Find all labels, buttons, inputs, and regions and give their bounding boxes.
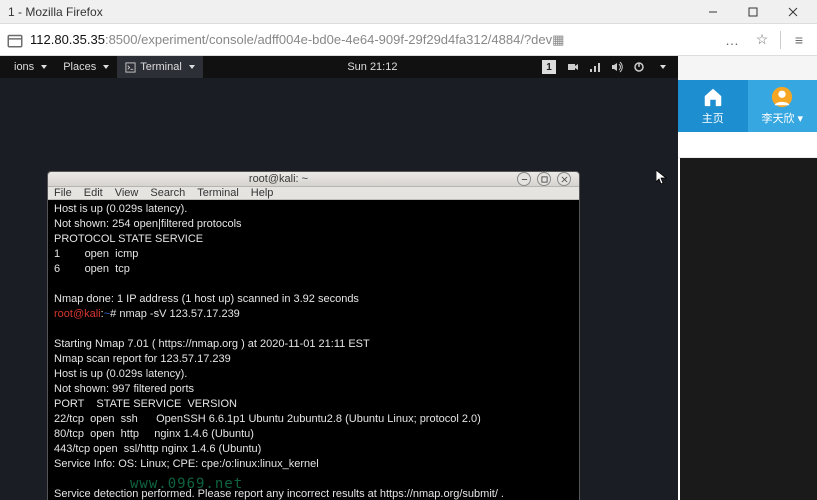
terminal-body[interactable]: Host is up (0.029s latency). Not shown: …: [48, 200, 579, 500]
system-menu-chevron-icon[interactable]: [650, 56, 672, 78]
nav-user-label: 李天欣 ▾: [761, 110, 803, 126]
gnome-topbar: ions Places Terminal Sun 21:12 1: [0, 56, 678, 78]
url-path: /experiment/console/adff004e-bd0e-4e64-9…: [138, 32, 553, 47]
remote-desktop: ions Places Terminal Sun 21:12 1 root@ka…: [0, 56, 678, 500]
nav-home[interactable]: 主页: [678, 80, 748, 132]
close-button[interactable]: [773, 0, 813, 23]
topbar-item-terminal[interactable]: Terminal: [117, 56, 203, 78]
terminal-close-button[interactable]: [557, 172, 571, 186]
terminal-window: root@kali: ~ File Edit View Search Termi…: [47, 171, 580, 500]
avatar-icon: [771, 86, 793, 108]
url-bar: 112.80.35.35:8500/experiment/console/adf…: [0, 24, 817, 56]
power-icon[interactable]: [628, 56, 650, 78]
topbar-clock[interactable]: Sun 21:12: [203, 61, 542, 73]
nav-home-label: 主页: [702, 110, 724, 126]
menu-terminal[interactable]: Terminal: [197, 187, 239, 199]
menu-file[interactable]: File: [54, 187, 72, 199]
side-nav: 主页 李天欣 ▾: [678, 80, 817, 132]
url-host: 112.80.35.35: [30, 32, 105, 47]
mouse-cursor: [656, 170, 668, 186]
workspace-indicator[interactable]: 1: [542, 60, 556, 74]
topbar-item-terminal-label: Terminal: [140, 61, 182, 73]
maximize-button[interactable]: [733, 0, 773, 23]
divider: [780, 31, 781, 49]
menu-view[interactable]: View: [115, 187, 139, 199]
terminal-maximize-button[interactable]: [537, 172, 551, 186]
menu-edit[interactable]: Edit: [84, 187, 103, 199]
network-icon[interactable]: [584, 56, 606, 78]
terminal-title: root@kali: ~: [48, 173, 509, 185]
terminal-minimize-button[interactable]: [517, 172, 531, 186]
volume-icon[interactable]: [606, 56, 628, 78]
terminal-menu-bar: File Edit View Search Terminal Help: [48, 187, 579, 200]
terminal-output-block-0: Host is up (0.029s latency). Not shown: …: [54, 203, 359, 305]
prompt-user: root@kali: [54, 308, 101, 320]
terminal-output-block-1: Starting Nmap 7.01 ( https://nmap.org ) …: [54, 338, 504, 500]
url-port: :8500: [105, 32, 138, 47]
window-title: 1 - Mozilla Firefox: [4, 5, 693, 19]
prompt-tail: #: [110, 308, 119, 320]
terminal-command-1: nmap -sV 123.57.17.239: [119, 308, 239, 320]
menu-button[interactable]: ≡: [787, 28, 811, 52]
url-input[interactable]: 112.80.35.35:8500/experiment/console/adf…: [30, 32, 714, 48]
topbar-tray: 1: [542, 56, 672, 78]
window-controls: [693, 0, 813, 23]
topbar-item-applications[interactable]: ions: [6, 56, 55, 78]
browser-title-bar: 1 - Mozilla Firefox: [0, 0, 817, 24]
reader-pane: [678, 132, 817, 500]
topbar-item-places[interactable]: Places: [55, 56, 117, 78]
menu-search[interactable]: Search: [150, 187, 185, 199]
connection-icon[interactable]: [6, 31, 24, 49]
bookmark-star-icon[interactable]: ☆: [750, 28, 774, 52]
url-overflow-icon: ▦: [552, 32, 564, 47]
minimize-button[interactable]: [693, 0, 733, 23]
terminal-window-controls: [509, 172, 579, 186]
terminal-title-bar[interactable]: root@kali: ~: [48, 172, 579, 187]
menu-help[interactable]: Help: [251, 187, 274, 199]
recorder-icon[interactable]: [562, 56, 584, 78]
nav-user[interactable]: 李天欣 ▾: [748, 80, 817, 132]
home-icon: [702, 86, 724, 108]
page-actions-button[interactable]: …: [720, 28, 744, 52]
right-sidebar: 主页 李天欣 ▾: [678, 56, 817, 500]
reader-toolbar: [678, 132, 817, 158]
reader-body[interactable]: [680, 158, 817, 500]
